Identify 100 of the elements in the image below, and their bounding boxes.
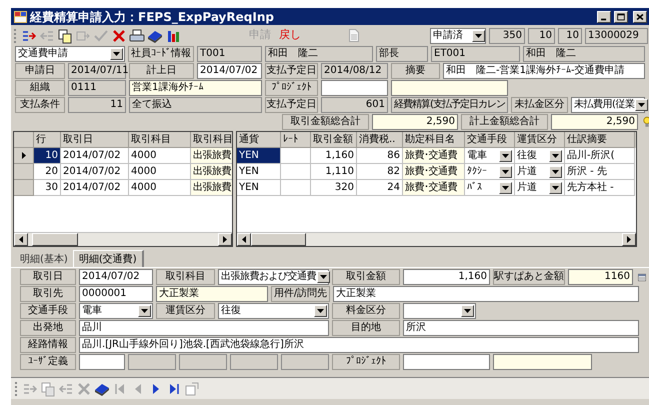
field-label: 計上金額総合計 <box>461 114 548 130</box>
text-field[interactable]: 大正製業 <box>333 286 639 302</box>
text-field[interactable]: 2014/07/02 <box>79 269 153 285</box>
scroll-right-icon[interactable] <box>622 233 636 246</box>
field-label: 摘要 <box>391 63 440 79</box>
scrollbar-thumb[interactable] <box>32 233 78 246</box>
text-field[interactable]: 品川 <box>79 320 329 336</box>
text-field[interactable]: 2014/07/02 <box>197 63 262 79</box>
text-field[interactable] <box>79 354 125 370</box>
readonly-field: 11 <box>68 97 126 113</box>
readonly-field: 部長 <box>376 46 428 62</box>
table-cell: 旅費･交通費 <box>403 148 465 164</box>
field-label: 用件/訪問先 <box>271 286 330 302</box>
readonly-field: 10 <box>528 28 555 44</box>
field-label: 取引先 <box>20 286 76 302</box>
table-cell: 320 <box>311 180 357 196</box>
lookup-field[interactable]: 2,590 <box>372 114 458 130</box>
grid-dropdown[interactable]: 電車 <box>465 148 515 164</box>
horizontal-scrollbar[interactable] <box>14 232 232 246</box>
tab[interactable]: 明細(基本) <box>15 252 73 267</box>
toolbar-grip[interactable] <box>15 382 18 396</box>
field-label: 計上日 <box>129 63 194 79</box>
column-header[interactable]: 取引日 <box>61 132 129 148</box>
copy-icon[interactable] <box>57 28 73 44</box>
maximize-icon[interactable] <box>614 10 628 22</box>
scrollbar-thumb[interactable] <box>251 233 306 246</box>
column-header[interactable]: 取引金額 <box>311 132 357 148</box>
dropdown[interactable]: 往復 <box>218 303 329 319</box>
text-field[interactable] <box>321 80 388 96</box>
printer-icon[interactable] <box>129 28 145 44</box>
table-cell <box>281 148 311 164</box>
field-label: 目的地 <box>332 320 400 336</box>
field-label: 支払条件 <box>15 97 65 113</box>
table-cell: YEN <box>237 164 281 180</box>
row-pointer-icon[interactable] <box>14 148 34 164</box>
grid-dropdown[interactable]: ﾊﾞｽ <box>465 180 515 196</box>
caret-icon <box>472 30 485 42</box>
app-icon <box>14 10 27 22</box>
column-header[interactable]: 交通手段 <box>465 132 515 148</box>
dropdown[interactable]: 交通費申請 <box>15 46 125 62</box>
lookup-field[interactable] <box>493 354 592 370</box>
table-cell: 2014/07/02 <box>61 148 129 164</box>
readonly-field: 13000029 <box>585 28 648 44</box>
column-header[interactable]: 運賃区分 <box>515 132 565 148</box>
toolbar-grip[interactable] <box>14 28 17 42</box>
dropdown[interactable]: 電車 <box>79 303 153 319</box>
dropdown[interactable]: 未払費用(従業 <box>571 97 645 113</box>
text-field[interactable] <box>403 354 490 370</box>
text-field[interactable]: 0000001 <box>79 286 153 302</box>
field-label: 支払予定日 <box>265 97 318 113</box>
horizontal-scrollbar[interactable] <box>237 232 636 246</box>
column-header[interactable]: 仕訳摘要 <box>565 132 635 148</box>
field-label: 料金区分 <box>332 303 400 319</box>
field-label: 取引日 <box>20 269 76 285</box>
table-cell: 品川-所沢( <box>565 148 635 164</box>
delete-icon[interactable] <box>111 28 127 44</box>
grid-dropdown[interactable]: 片道 <box>515 164 565 180</box>
grid-dropdown[interactable]: 往復 <box>515 148 565 164</box>
field-label: ﾌﾟﾛｼﾞｪｸﾄ <box>332 354 400 370</box>
table-cell: 旅費･交通費 <box>403 164 465 180</box>
field-label: 申請日 <box>15 63 65 79</box>
window-title: 経費精算申請入力：FEPS_ExpPayReqInp <box>30 8 274 26</box>
caret-icon <box>110 48 123 60</box>
dropdown[interactable]: 出張旅費および交通費 <box>218 269 329 285</box>
dropdown[interactable] <box>403 303 476 319</box>
lookup-field[interactable]: 大正製業 <box>156 286 268 302</box>
field-label: 出発地 <box>20 320 76 336</box>
scroll-left-icon[interactable] <box>237 233 251 246</box>
lookup-field[interactable]: 1160 <box>568 269 633 285</box>
lookup-field[interactable]: 2,590 <box>551 114 638 130</box>
minimize-icon[interactable] <box>597 10 611 22</box>
text-field[interactable]: 品川.[JR山手線外回り]池袋.[西武池袋線急行]所沢 <box>79 337 639 353</box>
text-field[interactable]: 和田 隆二-営業1課海外ﾁｰﾑ-交通費申請 <box>443 63 645 79</box>
grid-dropdown[interactable]: ﾀｸｼｰ <box>465 164 515 180</box>
readonly-field: T001 <box>197 46 262 62</box>
lookup-field[interactable]: 営業1課海外ﾁｰﾑ <box>129 80 262 96</box>
caret-icon <box>499 182 512 194</box>
lookup-field[interactable] <box>391 80 508 96</box>
text-field[interactable]: 所沢 <box>403 320 639 336</box>
readonly-field: 0111 <box>68 80 126 96</box>
table-cell: 出張旅費 <box>191 148 232 164</box>
column-header[interactable]: 取引科目 <box>129 132 191 148</box>
readonly-field: 350 <box>489 28 525 44</box>
grid-dropdown[interactable]: 片道 <box>515 180 565 196</box>
tab[interactable]: 明細(交通費) <box>72 250 144 267</box>
column-header[interactable]: ﾚｰﾄ <box>281 132 311 148</box>
scroll-right-icon[interactable] <box>218 233 232 246</box>
status-dropdown[interactable]: 申請済 <box>430 28 486 44</box>
table-cell: YEN <box>237 180 281 196</box>
column-header[interactable]: 消費税.. <box>357 132 403 148</box>
readonly-field: 10 <box>558 28 582 44</box>
caret-icon <box>499 150 512 162</box>
scroll-left-icon[interactable] <box>14 233 28 246</box>
caret-icon <box>317 271 330 283</box>
close-icon[interactable] <box>633 10 647 22</box>
text-field[interactable]: 1,160 <box>403 269 490 285</box>
table-cell: 所沢 - 先 <box>565 164 635 180</box>
field-label: 支払予定日 <box>265 63 318 79</box>
table-cell: 出張旅費 <box>191 164 232 180</box>
readonly-field <box>230 354 278 370</box>
